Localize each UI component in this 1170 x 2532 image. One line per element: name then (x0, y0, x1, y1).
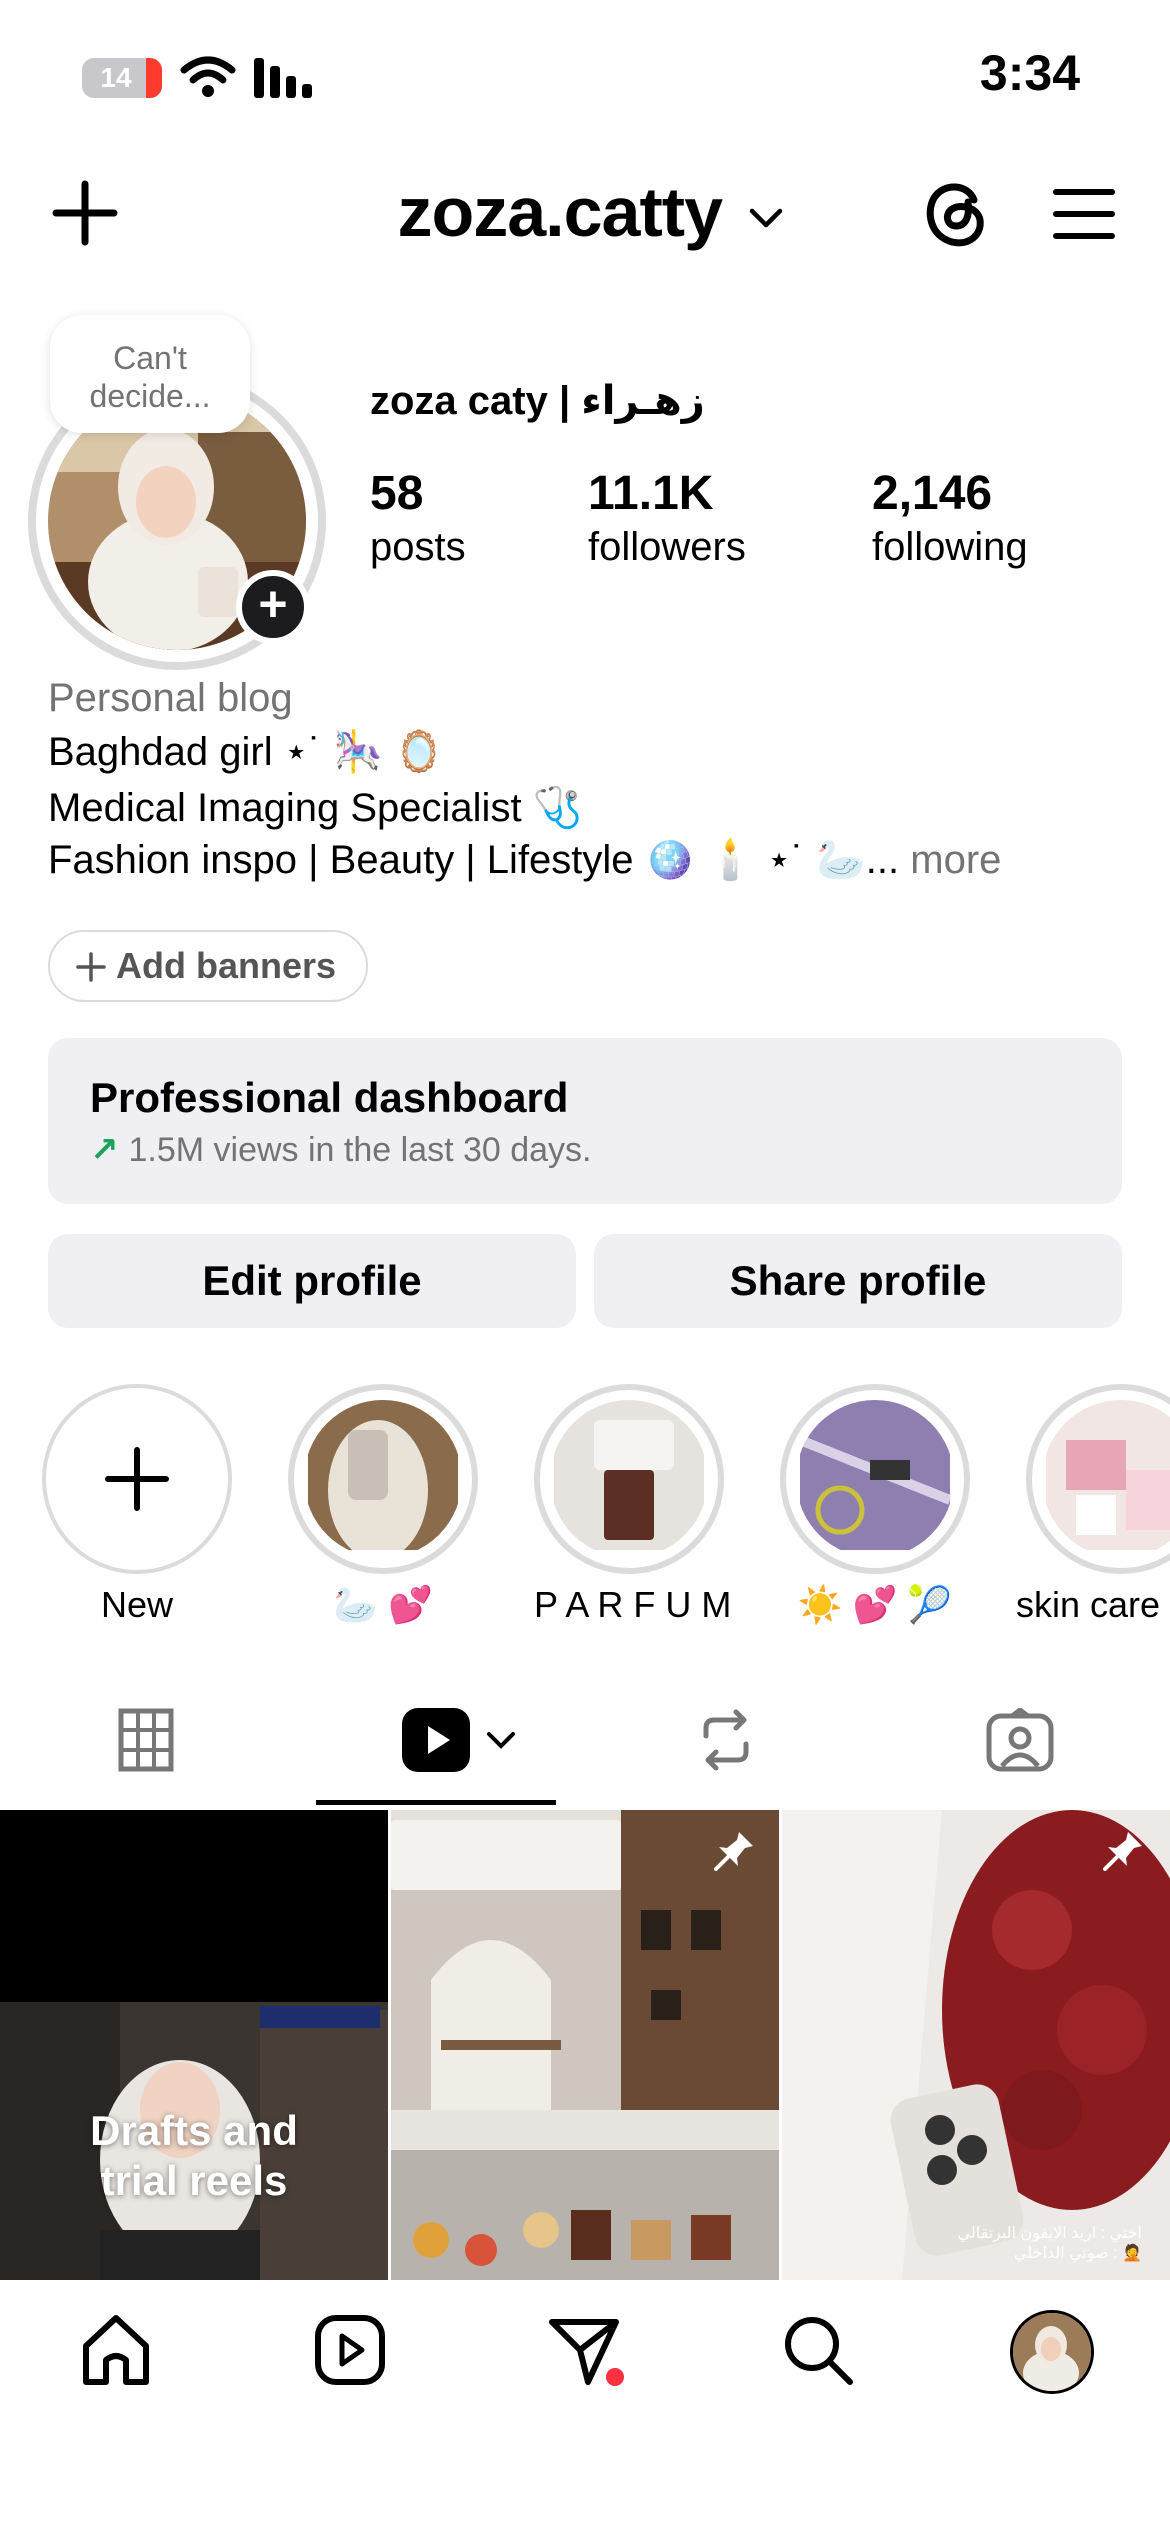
active-tab-indicator (316, 1800, 556, 1805)
trend-up-icon: ↗ (90, 1131, 119, 1169)
reels-icon (402, 1708, 470, 1772)
plus-icon[interactable] (50, 178, 120, 248)
chevron-down-icon[interactable] (486, 1730, 516, 1750)
highlight-cover (304, 1400, 462, 1558)
tab-reels[interactable] (316, 1700, 556, 1780)
grid-icon (118, 1708, 174, 1772)
professional-dashboard[interactable]: Professional dashboard ↗ 1.5M views in th… (48, 1038, 1122, 1204)
wifi-icon (180, 56, 236, 97)
highlight-cover (550, 1400, 708, 1558)
drafts-tile[interactable]: Drafts and trial reels (0, 1810, 388, 2280)
reel-tile[interactable] (391, 1810, 779, 2280)
stat-following-label: following (872, 525, 1028, 569)
stat-following-value: 2,146 (872, 467, 993, 520)
stat-posts[interactable]: 58 posts (370, 466, 466, 570)
username-title[interactable]: zoza.catty (397, 173, 723, 251)
reposts-icon (703, 1709, 749, 1771)
highlight-label: ☀️ 💕 🎾 (797, 1584, 953, 1625)
profile-avatar[interactable] (1010, 2310, 1094, 2394)
clock: 3:34 (979, 45, 1080, 101)
share-profile-button[interactable]: Share profile (594, 1234, 1122, 1328)
highlight-cover (796, 1400, 954, 1558)
tab-grid[interactable] (26, 1700, 266, 1780)
plus-icon (76, 952, 106, 982)
highlight-label: New (100, 1584, 174, 1625)
drafts-label-line: trial reels (100, 2157, 288, 2204)
battery-level: 14 (100, 62, 132, 93)
tagged-icon (986, 1708, 1054, 1772)
threads-icon[interactable] (918, 176, 992, 250)
bio-line: Medical Imaging Specialist 🩺 (48, 786, 583, 830)
highlight-item[interactable]: skin care (1016, 1384, 1170, 1626)
bio-line-with-more: Fashion inspo | Beauty | Lifestyle 🪩 🕯️ … (48, 836, 1001, 883)
dashboard-subtitle: 1.5M views in the last 30 days. (128, 1131, 592, 1169)
highlight-item[interactable]: 🦢 💕 (288, 1384, 478, 1626)
plus-icon (105, 1447, 169, 1511)
tab-reposts[interactable] (606, 1700, 846, 1780)
notification-dot (606, 2368, 624, 2386)
tab-tagged[interactable] (902, 1700, 1142, 1780)
highlight-cover (1042, 1400, 1170, 1558)
bio-line: Fashion inspo | Beauty | Lifestyle 🪩 🕯️ … (48, 838, 900, 882)
highlight-ring (780, 1384, 970, 1574)
highlight-new[interactable]: New (42, 1384, 232, 1626)
pin-icon (1103, 1832, 1142, 1871)
reel-caption-overlay: اختي : اريد الايفون البرتقالي صوتي الداخل… (957, 2225, 1143, 2262)
bio-line: Baghdad girl ⋆˙ 🎠 🪞 (48, 730, 444, 774)
highlight-label: P A R F U M (534, 1584, 732, 1625)
highlight-item[interactable]: ☀️ 💕 🎾 (780, 1384, 970, 1626)
status-bar: 14 3:34 (0, 0, 1170, 150)
battery-indicator: 14 (82, 58, 162, 98)
dashboard-subtitle-row: ↗ 1.5M views in the last 30 days. (90, 1130, 592, 1170)
stat-followers[interactable]: 11.1K followers (588, 466, 746, 570)
pin-icon (714, 1832, 753, 1871)
highlight-ring (1026, 1384, 1170, 1574)
highlight-label: skin care (1016, 1584, 1161, 1625)
highlight-ring (288, 1384, 478, 1574)
stat-posts-label: posts (370, 525, 466, 569)
reel-tile[interactable]: اختي : اريد الايفون البرتقالي صوتي الداخل… (782, 1810, 1170, 2280)
add-story-button[interactable]: + (236, 570, 310, 644)
stat-followers-value: 11.1K (588, 467, 714, 520)
highlight-label: 🦢 💕 (333, 1584, 433, 1625)
menu-icon[interactable] (1052, 186, 1116, 242)
username-switcher[interactable]: zoza.catty (380, 172, 800, 252)
signal-icon (254, 58, 312, 98)
highlight-ring (534, 1384, 724, 1574)
chevron-down-icon[interactable] (749, 207, 783, 229)
bio-more-link[interactable]: more (910, 838, 1001, 882)
add-banners-button[interactable]: Add banners (48, 930, 368, 1002)
add-banners-label: Add banners (116, 945, 337, 986)
bottom-nav (0, 2280, 1170, 2532)
stat-posts-value: 58 (370, 467, 424, 520)
home-icon[interactable] (76, 2310, 156, 2390)
search-icon[interactable] (778, 2310, 858, 2390)
bio-category: Personal blog (48, 676, 293, 720)
display-name: zoza caty | زهـراء (370, 379, 705, 423)
drafts-label: Drafts and trial reels (0, 2106, 388, 2206)
stat-followers-label: followers (588, 525, 746, 569)
highlight-item[interactable]: P A R F U M (534, 1384, 732, 1626)
note-bubble[interactable]: Can't decide... (50, 315, 250, 433)
stat-following[interactable]: 2,146 following (872, 466, 1028, 570)
reels-icon[interactable] (310, 2310, 390, 2390)
dashboard-title: Professional dashboard (90, 1074, 569, 1121)
send-nav[interactable] (544, 2310, 624, 2390)
edit-profile-button[interactable]: Edit profile (48, 1234, 576, 1328)
drafts-label-line: Drafts and (90, 2107, 298, 2154)
highlight-ring (42, 1384, 232, 1574)
